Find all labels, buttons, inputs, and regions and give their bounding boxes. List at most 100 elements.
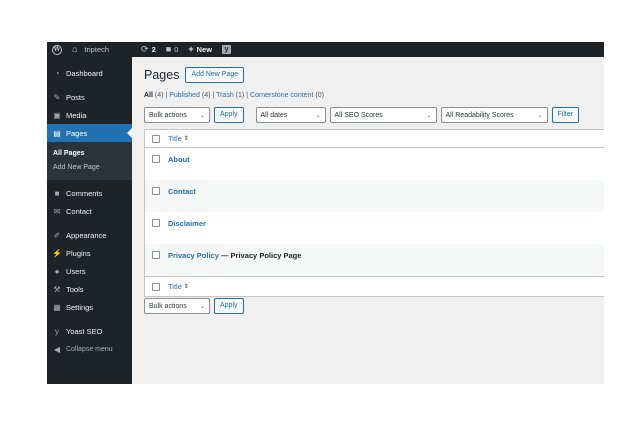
filter-published[interactable]: Published (4) xyxy=(169,92,210,99)
comments-count: 0 xyxy=(174,45,179,54)
plus-icon: + xyxy=(188,44,194,54)
sidebar-item-label: Yoast SEO xyxy=(66,326,103,336)
wordpress-logo-icon: W xyxy=(52,44,62,55)
pages-table: Title ⇕ About Contact Disclaimer Privacy… xyxy=(144,129,604,297)
mail-icon: ✉ xyxy=(53,206,61,216)
select-value: Bulk actions xyxy=(149,302,187,310)
select-value: All dates xyxy=(260,111,288,119)
chevron-down-icon: ⌄ xyxy=(199,303,205,310)
select-all-checkbox-footer[interactable] xyxy=(152,282,160,291)
status-filter-links: All (4) | Published (4) | Trash (1) | Co… xyxy=(144,92,604,102)
row-title-link[interactable]: Disclaimer xyxy=(168,219,206,228)
wp-admin-screen: W ⌂ triptech ⟳ 2 ■ 0 + New y ◔ Dashboard xyxy=(47,42,604,384)
select-value: All Readability Scores xyxy=(445,111,514,119)
row-title-link[interactable]: Contact xyxy=(168,187,196,196)
apply-button-bottom[interactable]: Apply xyxy=(214,298,244,314)
select-value: Bulk actions xyxy=(149,111,187,119)
collapse-menu-button[interactable]: ◀ Collapse menu xyxy=(47,340,132,358)
row-title-link[interactable]: Privacy Policy — Privacy Policy Page xyxy=(168,251,301,260)
plugin-icon: ⚡ xyxy=(52,248,62,258)
select-value: All SEO Scores xyxy=(334,111,383,119)
separator: | xyxy=(165,92,168,99)
sidebar-item-comments[interactable]: ■ Comments xyxy=(47,184,132,202)
sidebar-item-settings[interactable]: ▦ Settings xyxy=(47,298,132,316)
row-title-link[interactable]: About xyxy=(168,155,190,164)
title-column-footer[interactable]: Title ⇕ xyxy=(168,282,189,291)
wrench-icon: ⚒ xyxy=(53,284,61,294)
sidebar-item-tools[interactable]: ⚒ Tools xyxy=(47,280,132,298)
row-checkbox[interactable] xyxy=(152,251,160,259)
updates-count: 2 xyxy=(151,45,156,54)
wp-logo-menu[interactable]: W xyxy=(47,42,67,57)
pin-icon: ✎ xyxy=(53,92,61,102)
media-icon: ▣ xyxy=(53,110,61,120)
sidebar-item-label: Collapse menu xyxy=(66,345,113,353)
chevron-down-icon: ⌄ xyxy=(537,112,543,119)
seo-scores-select[interactable]: All SEO Scores ⌄ xyxy=(329,107,437,123)
readability-scores-select[interactable]: All Readability Scores ⌄ xyxy=(440,107,548,123)
sidebar-item-pages[interactable]: ▤ Pages xyxy=(47,124,132,142)
yoast-icon: y xyxy=(222,45,232,54)
submenu-all-pages[interactable]: All Pages xyxy=(53,147,132,161)
bulk-actions-select[interactable]: Bulk actions ⌄ xyxy=(144,107,210,123)
sort-icon: ⇕ xyxy=(183,136,189,142)
table-row: Privacy Policy — Privacy Policy Page xyxy=(145,244,604,276)
sidebar-item-label: Tools xyxy=(66,284,84,294)
title-column-header[interactable]: Title ⇕ xyxy=(168,134,189,143)
yoast-admin-menu[interactable]: y xyxy=(217,42,236,57)
sidebar-item-label: Media xyxy=(66,110,87,120)
row-checkbox[interactable] xyxy=(152,155,160,163)
column-label: Title xyxy=(168,282,182,291)
sidebar-item-media[interactable]: ▣ Media xyxy=(47,106,132,124)
page-title: Pages xyxy=(144,68,180,82)
sidebar-item-yoast-seo[interactable]: y Yoast SEO xyxy=(47,322,132,340)
apply-button[interactable]: Apply xyxy=(214,107,244,123)
bulk-actions-select-bottom[interactable]: Bulk actions ⌄ xyxy=(144,298,210,314)
sidebar-item-label: Users xyxy=(66,266,86,276)
comment-icon: ■ xyxy=(54,188,60,198)
new-content-menu[interactable]: + New xyxy=(183,42,217,57)
sidebar-item-dashboard[interactable]: ◔ Dashboard xyxy=(47,64,132,82)
column-label: Title xyxy=(168,134,182,143)
sort-icon: ⇕ xyxy=(183,284,189,290)
sidebar-item-label: Pages xyxy=(66,128,88,138)
sidebar-item-label: Posts xyxy=(66,92,85,102)
sidebar-item-posts[interactable]: ✎ Posts xyxy=(47,88,132,106)
separator: | xyxy=(246,92,249,99)
brush-icon: ✐ xyxy=(53,230,61,240)
new-label: New xyxy=(196,45,213,54)
bottom-tablenav: Bulk actions ⌄ Apply xyxy=(144,298,244,314)
sidebar-item-label: Settings xyxy=(66,302,94,312)
filter-button[interactable]: Filter xyxy=(551,107,580,123)
row-checkbox[interactable] xyxy=(152,219,160,227)
sidebar-item-label: Contact xyxy=(66,206,92,216)
top-tablenav: Bulk actions ⌄ Apply All dates ⌄ All SEO… xyxy=(144,107,604,123)
admin-bar: W ⌂ triptech ⟳ 2 ■ 0 + New y xyxy=(47,42,604,57)
post-state: — Privacy Policy Page xyxy=(218,251,302,260)
filter-cornerstone[interactable]: Cornerstone content (0) xyxy=(250,92,324,99)
comments-menu[interactable]: ■ 0 xyxy=(161,42,184,57)
user-icon: ● xyxy=(54,266,60,276)
select-all-checkbox[interactable] xyxy=(152,134,160,143)
submenu-add-new-page[interactable]: Add New Page xyxy=(53,161,132,175)
yoast-icon: y xyxy=(55,326,59,336)
collapse-icon: ◀ xyxy=(53,344,61,354)
site-name-menu[interactable]: ⌂ triptech xyxy=(67,42,114,57)
sidebar-item-users[interactable]: ● Users xyxy=(47,262,132,280)
filter-all[interactable]: All (4) xyxy=(144,92,163,99)
table-row: Contact xyxy=(145,180,604,212)
settings-icon: ▦ xyxy=(53,302,61,312)
sidebar-item-contact[interactable]: ✉ Contact xyxy=(47,202,132,220)
add-new-page-button[interactable]: Add New Page xyxy=(185,67,245,83)
dates-filter-select[interactable]: All dates ⌄ xyxy=(255,107,326,123)
sidebar-item-appearance[interactable]: ✐ Appearance xyxy=(47,226,132,244)
sidebar-item-plugins[interactable]: ⚡ Plugins xyxy=(47,244,132,262)
comment-bubble-icon: ■ xyxy=(165,44,172,54)
table-header: Title ⇕ xyxy=(145,130,604,148)
pages-icon: ▤ xyxy=(53,128,61,138)
row-checkbox[interactable] xyxy=(152,187,160,195)
separator: | xyxy=(212,92,215,99)
updates-menu[interactable]: ⟳ 2 xyxy=(136,42,161,57)
sidebar-item-label: Appearance xyxy=(66,230,107,240)
filter-trash[interactable]: Trash (1) xyxy=(216,92,244,99)
